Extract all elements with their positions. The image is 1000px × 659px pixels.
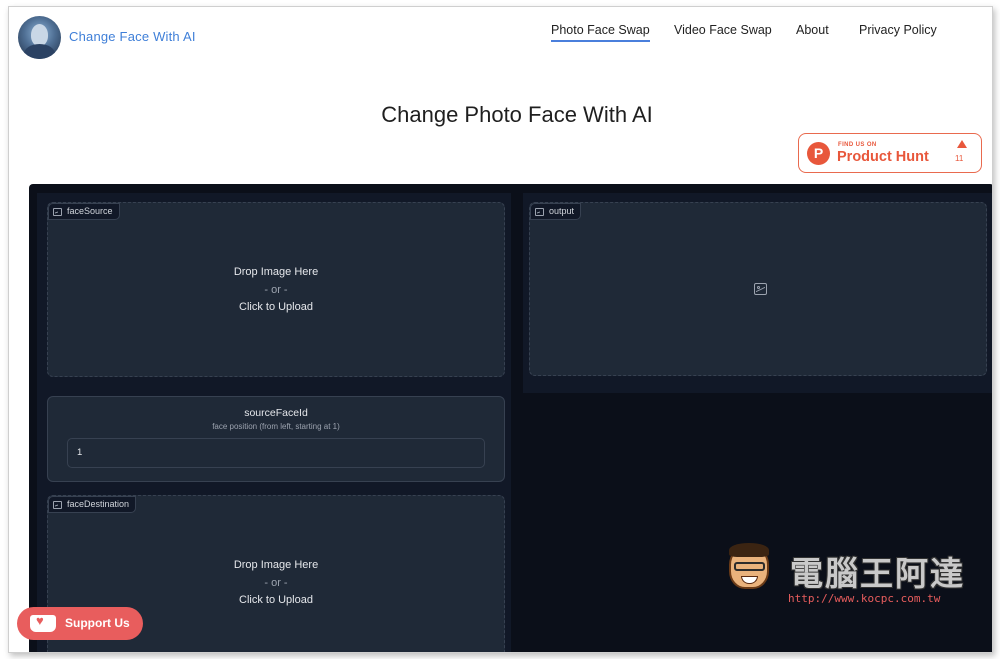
drop-text: Drop Image Here	[233, 266, 319, 278]
upvote-arrow-icon	[957, 140, 967, 148]
watermark-mascot	[729, 543, 769, 589]
product-hunt-icon: P	[807, 142, 830, 165]
source-face-id-input[interactable]: 1	[67, 438, 485, 468]
face-source-label: faceSource	[67, 206, 113, 216]
mascot-hair-shape	[729, 543, 769, 557]
face-destination-tag: faceDestination	[48, 496, 137, 513]
product-hunt-badge[interactable]: P FIND US ON Product Hunt 11	[798, 133, 982, 173]
image-icon	[53, 500, 62, 509]
support-us-label: Support Us	[65, 616, 130, 630]
page-title: Change Photo Face With AI	[381, 102, 653, 127]
image-placeholder-icon	[754, 283, 767, 296]
output-image-panel: output	[529, 202, 987, 376]
face-source-dropzone[interactable]: Drop Image Here - or - Click to Upload	[48, 264, 504, 317]
upvote-count: 11	[955, 154, 964, 163]
face-destination-dropzone[interactable]: Drop Image Here - or - Click to Upload	[48, 557, 504, 610]
click-upload-text: Click to Upload	[239, 301, 313, 313]
face-source-tag: faceSource	[48, 203, 120, 220]
source-face-id-info: face position (from left, starting at 1)	[212, 422, 340, 431]
watermark-url: http://www.kocpc.com.tw	[788, 592, 941, 605]
nav-video-face-swap[interactable]: Video Face Swap	[674, 23, 772, 37]
source-face-id-label: sourceFaceId	[244, 407, 308, 419]
source-face-id-field: sourceFaceId face position (from left, s…	[47, 396, 505, 482]
or-text: - or -	[264, 576, 288, 589]
product-hunt-small-text: FIND US ON	[838, 142, 877, 148]
nav-about[interactable]: About	[796, 23, 829, 37]
watermark-text: 電腦王阿達	[790, 554, 965, 593]
nav-photo-face-swap[interactable]: Photo Face Swap	[551, 23, 650, 42]
product-hunt-title: Product Hunt	[837, 149, 929, 165]
image-icon	[53, 207, 62, 216]
ko-fi-cup-icon	[30, 613, 56, 632]
mascot-mouth-shape	[741, 576, 758, 584]
face-source-upload[interactable]: faceSource Drop Image Here - or - Click …	[47, 202, 505, 377]
mascot-glasses-shape	[734, 562, 765, 571]
brand-name-link[interactable]: Change Face With AI	[69, 29, 196, 44]
output-label: output	[549, 206, 575, 216]
image-icon	[535, 207, 544, 216]
output-tag: output	[530, 203, 582, 220]
drop-text: Drop Image Here	[233, 559, 319, 571]
or-text: - or -	[264, 283, 288, 296]
browser-frame: Change Face With AI Photo Face Swap Vide…	[8, 6, 993, 653]
brand-logo-avatar[interactable]	[18, 16, 61, 59]
avatar-body-shape	[24, 44, 55, 59]
avatar-face-shape	[31, 24, 48, 46]
support-us-button[interactable]: Support Us	[17, 607, 143, 640]
nav-privacy-policy[interactable]: Privacy Policy	[859, 23, 937, 37]
face-destination-label: faceDestination	[67, 499, 130, 509]
